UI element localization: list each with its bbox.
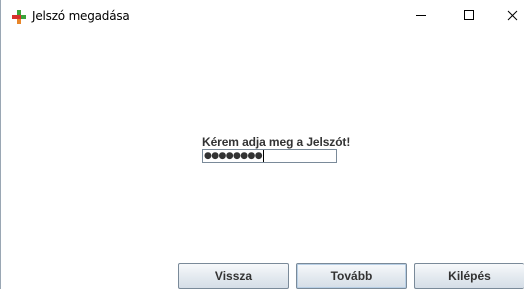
password-prompt-label: Kérem adja meg a Jelszót! bbox=[202, 135, 351, 149]
password-field[interactable]: ●●●●●●●● bbox=[202, 149, 337, 163]
text-caret bbox=[263, 150, 265, 162]
title-bar[interactable]: Jelszó megadása bbox=[1, 0, 524, 31]
close-icon bbox=[507, 10, 518, 21]
maximize-button[interactable] bbox=[447, 0, 491, 31]
close-button[interactable] bbox=[491, 0, 524, 31]
minimize-button[interactable] bbox=[399, 0, 443, 31]
maximize-icon bbox=[464, 10, 474, 20]
window-title: Jelszó megadása bbox=[32, 9, 130, 23]
back-button[interactable]: Vissza bbox=[178, 263, 289, 289]
next-button[interactable]: Tovább bbox=[296, 263, 407, 289]
password-dialog-window: Jelszó megadása Kérem adja meg a Jelszót… bbox=[0, 0, 524, 289]
minimize-icon bbox=[416, 15, 426, 16]
exit-button[interactable]: Kilépés bbox=[414, 263, 524, 289]
window-left-border bbox=[0, 0, 1, 289]
password-masked-value: ●●●●●●●● bbox=[204, 151, 263, 161]
app-icon bbox=[12, 10, 26, 24]
